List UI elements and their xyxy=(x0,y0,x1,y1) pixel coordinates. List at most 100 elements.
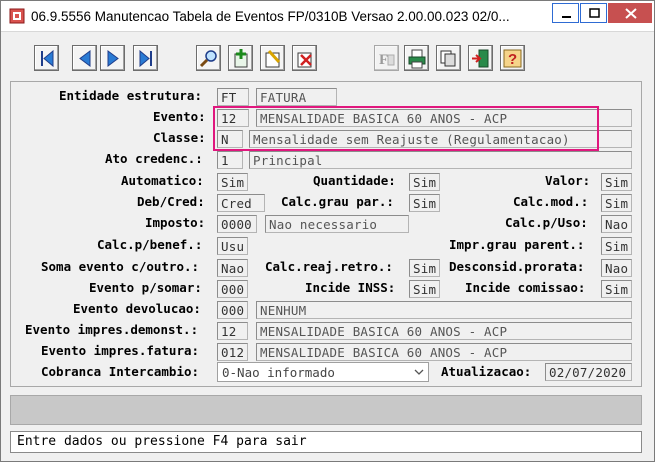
calcreaj-field[interactable]: Sim xyxy=(409,259,440,277)
atualizacao-label: Atualizacao: xyxy=(441,364,532,379)
calcbenef-field[interactable]: Usu xyxy=(217,237,248,255)
desconsid-label: Desconsid.prorata: xyxy=(449,259,585,274)
classe-desc-field: Mensalidade sem Reajuste (Regulamentacao… xyxy=(249,130,632,148)
app-window: 06.9.5556 Manutencao Tabela de Eventos F… xyxy=(0,0,655,462)
somaevento-field[interactable]: Nao xyxy=(217,259,248,277)
automatico-label: Automatico: xyxy=(121,173,204,188)
entidade-desc-field: FATURA xyxy=(256,88,337,106)
search-button[interactable] xyxy=(196,45,221,71)
classe-code-field[interactable]: N xyxy=(217,130,243,148)
atualizacao-field[interactable]: 02/07/2020 xyxy=(545,363,632,381)
valor-label: Valor: xyxy=(545,173,591,188)
maximize-icon xyxy=(589,8,600,18)
add-icon xyxy=(234,49,248,68)
print-icon xyxy=(408,49,426,69)
previous-record-button[interactable] xyxy=(72,45,97,71)
devolucao-code-field[interactable]: 000 xyxy=(217,301,248,319)
incidecomissao-label: Incide comissao: xyxy=(465,280,586,295)
cobranca-select[interactable]: 0-Nao informado xyxy=(217,362,429,382)
ato-code-field[interactable]: 1 xyxy=(217,151,243,169)
exit-icon xyxy=(472,49,489,68)
cobranca-value: 0-Nao informado xyxy=(222,365,335,380)
imprgrau-label: Impr.grau parent.: xyxy=(449,237,585,252)
previous-record-icon xyxy=(79,50,91,67)
imposto-desc-field: Nao necessario xyxy=(265,215,409,233)
svg-text:F: F xyxy=(379,52,388,68)
calcuso-field[interactable]: Nao xyxy=(601,215,632,233)
impresfatura-label: Evento impres.fatura: xyxy=(41,343,200,358)
debcred-label: Deb/Cred: xyxy=(137,194,205,209)
delete-button[interactable] xyxy=(292,45,317,71)
help-icon: ? xyxy=(503,49,522,68)
imposto-label: Imposto: xyxy=(145,215,206,230)
quantidade-label: Quantidade: xyxy=(313,173,396,188)
eventosomar-label: Evento p/somar: xyxy=(89,280,202,295)
app-icon xyxy=(9,8,25,24)
svg-text:?: ? xyxy=(508,51,517,68)
message-area xyxy=(10,395,642,425)
close-icon xyxy=(625,8,637,19)
last-record-icon xyxy=(139,49,152,68)
valor-field[interactable]: Sim xyxy=(601,173,632,191)
calcreaj-label: Calc.reaj.retro.: xyxy=(265,259,393,274)
incidecomissao-field[interactable]: Sim xyxy=(601,280,632,298)
report-button[interactable]: F xyxy=(374,45,399,71)
print-button[interactable] xyxy=(404,45,429,71)
devolucao-label: Evento devolucao: xyxy=(73,301,201,316)
evento-code-field[interactable]: 12 xyxy=(217,109,249,127)
impresdemonst-label: Evento impres.demonst.: xyxy=(25,322,199,337)
devolucao-desc-field: NENHUM xyxy=(256,301,632,319)
edit-icon xyxy=(265,49,281,68)
debcred-field[interactable]: Cred xyxy=(217,194,265,212)
ato-desc-field: Principal xyxy=(249,151,632,169)
calcgrau-label: Calc.grau par.: xyxy=(281,194,394,209)
impresdemonst-desc-field: MENSALIDADE BASICA 60 ANOS - ACP xyxy=(256,322,632,340)
exit-button[interactable] xyxy=(468,45,493,71)
imprgrau-field[interactable]: Sim xyxy=(601,237,632,255)
ato-label: Ato credenc.: xyxy=(105,151,203,166)
edit-button[interactable] xyxy=(260,45,285,71)
calcgrau-field[interactable]: Sim xyxy=(409,194,440,212)
impresfatura-desc-field: MENSALIDADE BASICA 60 ANOS - ACP xyxy=(256,343,632,361)
help-button[interactable]: ? xyxy=(500,45,525,71)
calcuso-label: Calc.p/Uso: xyxy=(505,215,588,230)
search-icon xyxy=(199,50,217,68)
window-title: 06.9.5556 Manutencao Tabela de Eventos F… xyxy=(31,9,510,24)
calcmod-field[interactable]: Sim xyxy=(601,194,632,212)
classe-label: Classe: xyxy=(153,130,206,145)
minimize-button[interactable] xyxy=(552,3,579,23)
next-record-button[interactable] xyxy=(100,45,125,71)
first-record-icon xyxy=(41,49,54,68)
calcmod-label: Calc.mod.: xyxy=(513,194,589,209)
impresfatura-code-field[interactable]: 012 xyxy=(217,343,248,361)
somaevento-label: Soma evento c/outro.: xyxy=(41,259,200,274)
impresdemonst-code-field[interactable]: 12 xyxy=(217,322,248,340)
maximize-button[interactable] xyxy=(580,3,607,23)
title-bar: 06.9.5556 Manutencao Tabela de Eventos F… xyxy=(1,1,654,32)
quantidade-field[interactable]: Sim xyxy=(409,173,440,191)
first-record-button[interactable] xyxy=(34,45,59,71)
add-button[interactable] xyxy=(228,45,253,71)
incideinss-field[interactable]: Sim xyxy=(409,280,440,298)
close-button[interactable] xyxy=(608,3,652,23)
calcbenef-label: Calc.p/benef.: xyxy=(97,237,203,252)
last-record-button[interactable] xyxy=(133,45,158,71)
cobranca-label: Cobranca Intercambio: xyxy=(41,364,200,379)
copy-icon xyxy=(440,50,456,67)
evento-desc-field: MENSALIDADE BASICA 60 ANOS - ACP xyxy=(256,109,632,127)
incideinss-label: Incide INSS: xyxy=(305,280,396,295)
delete-icon xyxy=(297,52,312,68)
toolbar: F ? xyxy=(1,32,654,80)
eventosomar-field[interactable]: 000 xyxy=(217,280,248,298)
copy-button[interactable] xyxy=(436,45,461,71)
automatico-field[interactable]: Sim xyxy=(217,173,248,191)
evento-label: Evento: xyxy=(153,109,206,124)
chevron-down-icon xyxy=(414,369,424,375)
desconsid-field[interactable]: Nao xyxy=(601,259,632,277)
entidade-label: Entidade estrutura: xyxy=(59,88,202,103)
report-icon: F xyxy=(379,52,395,68)
imposto-code-field[interactable]: 0000 xyxy=(217,215,257,233)
next-record-icon xyxy=(107,50,119,67)
entidade-code-field[interactable]: FT xyxy=(217,88,249,106)
minimize-icon xyxy=(562,16,571,18)
